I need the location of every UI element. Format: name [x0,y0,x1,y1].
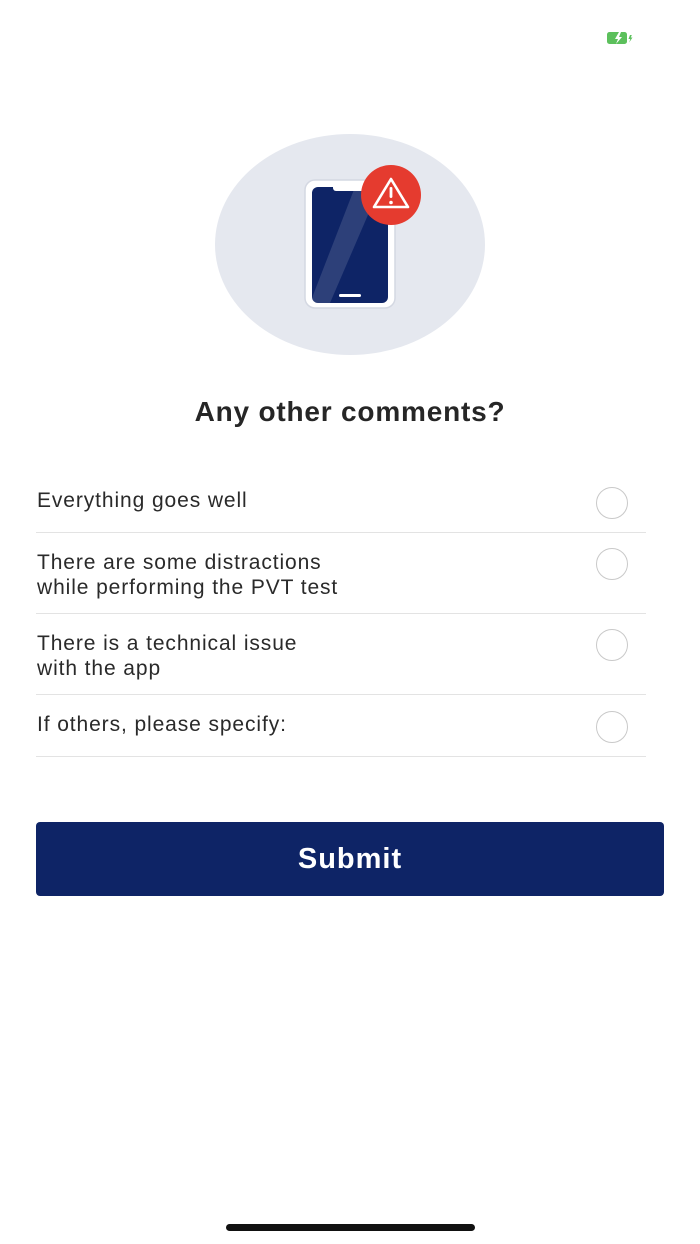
option-label: There are some distractions while perfor… [37,551,339,599]
page-title: Any other comments? [194,396,506,427]
option-everything-goes-well[interactable]: Everything goes well [36,471,646,533]
radio-button[interactable] [596,548,628,580]
option-others[interactable]: If others, please specify: [36,695,646,757]
battery-charging-icon [606,31,634,45]
radio-button[interactable] [596,629,628,661]
option-distractions[interactable]: There are some distractions while perfor… [36,533,646,614]
radio-button[interactable] [596,487,628,519]
option-label: If others, please specify: [37,713,287,736]
radio-button[interactable] [596,711,628,743]
home-indicator [226,1224,475,1231]
option-label: There is a technical issue with the app [37,632,298,680]
comment-options-list: Everything goes well There are some dist… [36,471,646,757]
option-technical-issue[interactable]: There is a technical issue with the app [36,614,646,695]
status-bar [0,0,700,60]
submit-button[interactable]: Submit [36,822,664,896]
phone-warning-illustration [215,134,485,355]
option-label: Everything goes well [37,489,248,512]
warning-icon [361,165,421,225]
